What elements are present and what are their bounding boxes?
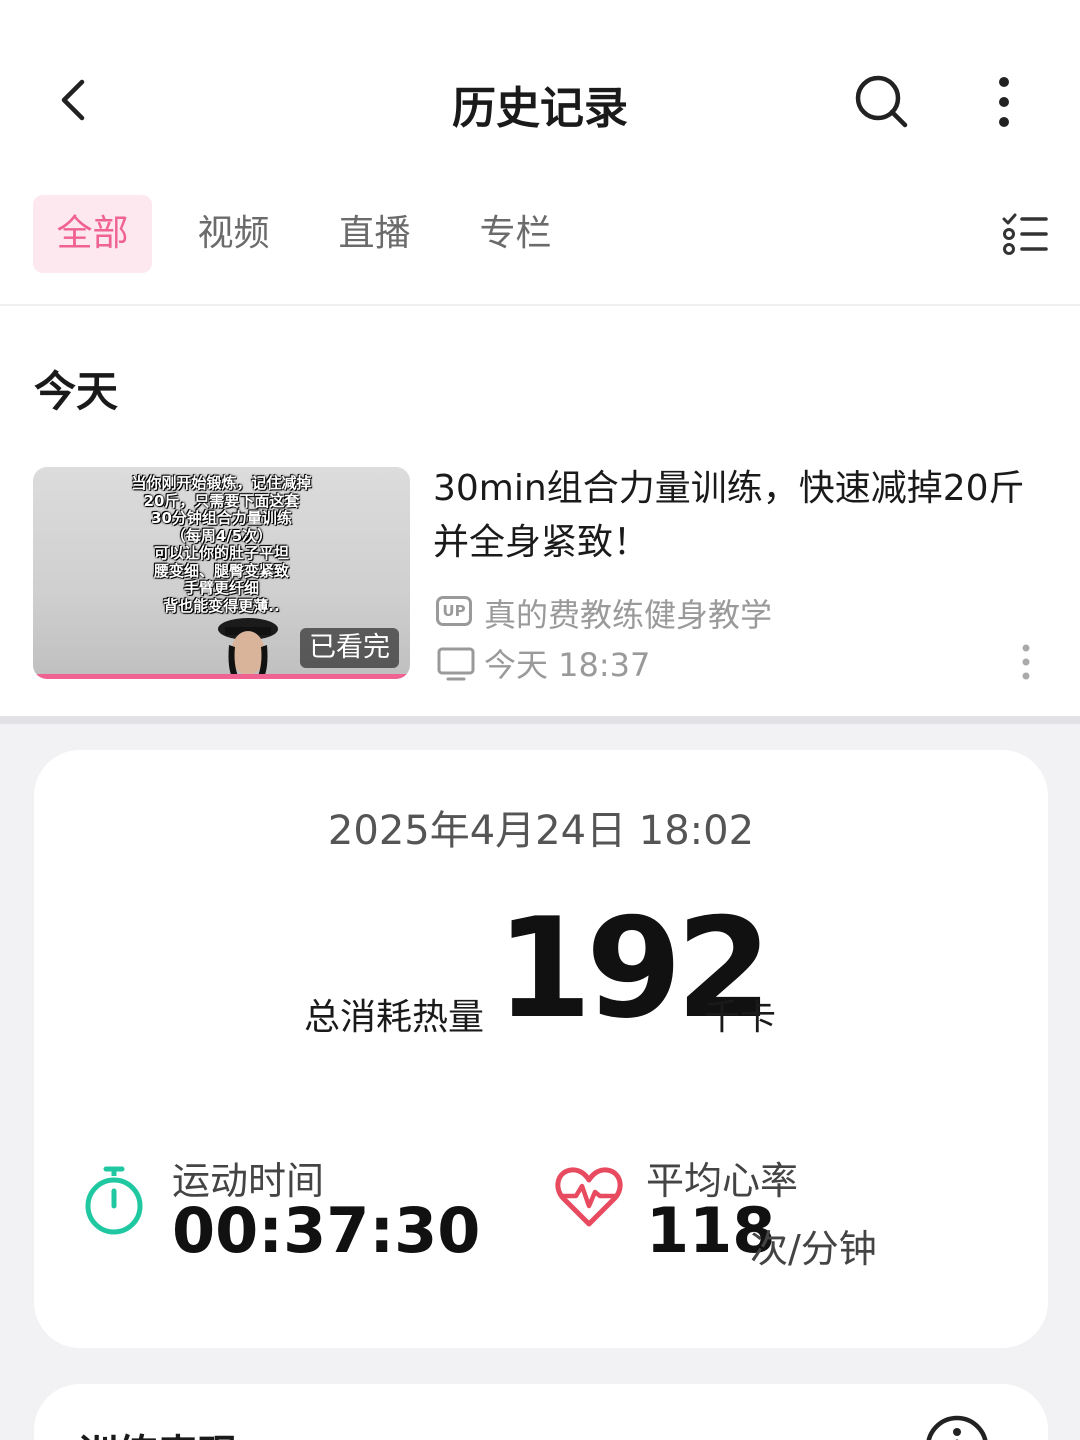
thumbnail-caption: 当你刚开始锻炼，记住减掉 20斤，只需要下面这套 30分钟组合力量训练 （每周4…: [131, 474, 312, 615]
back-arrow-icon[interactable]: [44, 70, 104, 130]
info-icon[interactable]: [924, 1414, 990, 1440]
stopwatch-icon: [85, 1166, 143, 1235]
tab-divider: [0, 304, 1080, 306]
navigation-bar: 历史记录: [0, 50, 1080, 150]
tab-video[interactable]: 视频: [174, 195, 293, 273]
item-more-icon[interactable]: [1012, 642, 1040, 682]
tab-live[interactable]: 直播: [315, 195, 434, 273]
calories-label: 总消耗热量: [304, 997, 485, 1038]
watched-badge: 已看完: [300, 628, 399, 668]
tab-bar: 全部 视频 直播 专栏: [0, 195, 1080, 275]
watch-progress-bar: [33, 674, 410, 679]
tv-device-icon: [437, 647, 475, 681]
history-panel: 历史记录 全部 视频 直播 专栏 今天 当你刚开始锻炼，记住减掉 20斤，只需要…: [0, 0, 1080, 718]
author-name[interactable]: 真的费教练健身教学: [484, 590, 772, 636]
workout-summary-card: 2025年4月24日 18:02 总消耗热量 192 千卡 运动时间 00:37…: [34, 750, 1048, 1348]
heart-rate-unit: 次/分钟: [750, 1227, 877, 1271]
filter-list-icon[interactable]: [1000, 211, 1050, 257]
up-badge-icon: UP: [436, 596, 472, 626]
section-title-today: 今天: [34, 367, 119, 416]
watch-time: 今天 18:37: [484, 646, 651, 684]
video-title[interactable]: 30min组合力量训练，快速减掉20斤并全身紧致！: [433, 462, 1033, 570]
video-thumbnail[interactable]: 当你刚开始锻炼，记住减掉 20斤，只需要下面这套 30分钟组合力量训练 （每周4…: [33, 467, 410, 679]
calories-unit: 千卡: [704, 997, 777, 1038]
training-performance-title: 训练表现: [78, 1422, 238, 1440]
heart-rate-icon: [555, 1167, 623, 1227]
workout-date: 2025年4月24日 18:02: [327, 808, 755, 854]
search-icon[interactable]: [850, 70, 912, 132]
thumbnail-person-image: [218, 618, 278, 679]
more-vertical-icon[interactable]: [984, 72, 1024, 132]
tab-column[interactable]: 专栏: [456, 195, 575, 273]
duration-value: 00:37:30: [172, 1194, 481, 1267]
page-title: 历史记录: [452, 83, 628, 134]
history-item[interactable]: 当你刚开始锻炼，记住减掉 20斤，只需要下面这套 30分钟组合力量训练 （每周4…: [0, 460, 1080, 690]
training-performance-card: 训练表现: [34, 1384, 1048, 1440]
screenshot-divider: [0, 716, 1080, 724]
tab-all[interactable]: 全部: [33, 195, 152, 273]
